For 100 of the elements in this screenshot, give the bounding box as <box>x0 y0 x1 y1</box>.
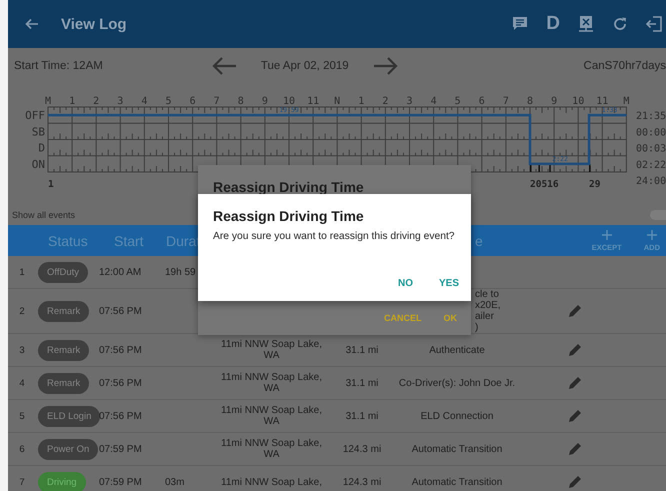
pencil-icon[interactable] <box>568 442 582 456</box>
row-number: 1 <box>18 266 26 278</box>
hour-label: 1 <box>358 96 364 107</box>
hour-label: 3 <box>406 96 413 107</box>
start-time: 07:56 PM <box>98 410 143 424</box>
distance: 31.1 mi <box>344 410 380 424</box>
pencil-icon[interactable] <box>568 376 582 390</box>
back-arrow-icon[interactable] <box>25 18 39 30</box>
document-x-icon[interactable] <box>578 15 594 33</box>
status-badge: Remark <box>38 300 90 322</box>
note: cle to x20E, ailer ) <box>475 289 502 333</box>
hour-label: 10 <box>282 96 296 107</box>
hour-label: 9 <box>262 96 268 107</box>
row-number: 5 <box>18 410 26 422</box>
hour-label: 1 <box>69 96 76 107</box>
hour-label: M <box>623 96 630 107</box>
event-marker-label: 20516 <box>530 179 559 190</box>
hour-label: 7 <box>502 96 509 107</box>
message-icon[interactable] <box>512 16 528 32</box>
dialog-button[interactable]: NO <box>398 278 413 289</box>
column-header: Status <box>47 232 89 248</box>
hour-label: 10 <box>572 96 584 107</box>
row-number: 7 <box>18 476 26 488</box>
hour-label: 8 <box>238 96 244 107</box>
row-number: 2 <box>18 306 26 316</box>
row-number: 6 <box>18 444 26 454</box>
hour-label: M <box>44 96 52 107</box>
status-badge: Remark <box>38 372 90 394</box>
duty-row-label: ON <box>32 158 45 171</box>
screen-title: View Log <box>61 16 127 32</box>
left-arrow-icon[interactable] <box>210 56 237 76</box>
event-marker-label: 29 <box>589 179 600 190</box>
hour-label: 6 <box>478 96 485 107</box>
location: 11mi NNW Soap Lake, WA <box>220 404 323 429</box>
start-time-label: Start Time: 12AM <box>14 60 103 72</box>
log-date: Tue Apr 02, 2019 <box>260 60 349 72</box>
duty-row-label: D <box>38 142 45 155</box>
hour-label: 11 <box>596 96 608 107</box>
dialog-button[interactable]: YES <box>438 278 459 289</box>
hour-label: 7 <box>214 96 220 107</box>
hour-label: 8 <box>526 96 534 107</box>
distance: 31.1 mi <box>344 376 380 390</box>
status-badge: Remark <box>38 340 90 360</box>
plus-icon <box>602 230 612 240</box>
start-time: 07:59 PM <box>98 442 143 456</box>
hour-label: 6 <box>190 96 196 107</box>
dialog-button[interactable]: CANCEL <box>384 313 422 323</box>
pencil-icon[interactable] <box>568 475 582 489</box>
pencil-icon[interactable] <box>568 343 582 357</box>
location: 11mi NNW Soap Lake, <box>220 476 323 490</box>
column-header: e <box>475 232 484 248</box>
plus-icon <box>646 230 657 240</box>
note: Authenticate <box>428 344 486 358</box>
note: Co-Driver(s): John Doe Jr. <box>398 376 516 390</box>
start-time: 07:59 PM <box>98 476 143 490</box>
dialog-button[interactable]: OK <box>444 313 457 323</box>
duration: 19h 59 <box>164 266 197 280</box>
event-marker-label: 1 <box>48 179 54 190</box>
duration: 03m <box>164 476 186 490</box>
duty-row-label: OFF <box>25 109 45 122</box>
row-number: 4 <box>18 378 26 388</box>
hour-label: 4 <box>430 96 437 107</box>
ruleset-label: CanS70hr7days <box>584 60 666 72</box>
hour-label: 9 <box>551 96 558 107</box>
start-time: 07:56 PM <box>98 376 143 390</box>
distance: 124.3 mi <box>342 442 382 456</box>
hour-label: 11 <box>307 96 320 107</box>
location: 11mi NNW Soap Lake, WA <box>220 437 323 462</box>
dialog-message: Are you sure you want to reassign this driving event? <box>213 231 456 242</box>
pencil-icon[interactable] <box>568 304 582 318</box>
start-time: 12:00 AM <box>98 266 142 280</box>
hour-label: 2 <box>382 96 388 107</box>
distance: 124.3 mi <box>342 476 382 490</box>
column-header: Start <box>113 232 145 248</box>
refresh-icon[interactable] <box>612 16 628 32</box>
pencil-icon[interactable] <box>568 409 582 423</box>
logout-icon[interactable] <box>646 16 662 32</box>
total-hours: 02:22 <box>636 160 666 171</box>
row-number: 3 <box>18 344 26 356</box>
duty-row-label: SB <box>32 125 45 138</box>
note: Automatic Transition <box>410 476 504 490</box>
hour-label: N <box>334 96 340 107</box>
hour-label: 2 <box>93 96 100 107</box>
right-arrow-icon[interactable] <box>372 56 399 76</box>
status-badge: OffDuty <box>38 262 88 282</box>
distance: 31.1 mi <box>344 344 380 358</box>
note: Automatic Transition <box>410 442 504 456</box>
d-button[interactable]: D <box>546 13 560 35</box>
status-badge: Power On <box>38 438 98 460</box>
hour-label: 4 <box>141 96 148 107</box>
total-hours: 21:35 <box>636 111 666 122</box>
event-marker-ticks <box>530 164 591 172</box>
dialog-title: Reassign Driving Time <box>213 208 365 224</box>
location: 11mi NNW Soap Lake, WA <box>220 371 323 396</box>
total-hours: 00:00 <box>636 127 666 138</box>
total-hours: 00:03 <box>636 144 666 155</box>
show-all-events-label: Show all events <box>12 210 76 220</box>
hour-label: 5 <box>165 96 172 107</box>
start-time: 07:56 PM <box>98 304 143 318</box>
dialog-title: Reassign Driving Time <box>212 178 365 195</box>
